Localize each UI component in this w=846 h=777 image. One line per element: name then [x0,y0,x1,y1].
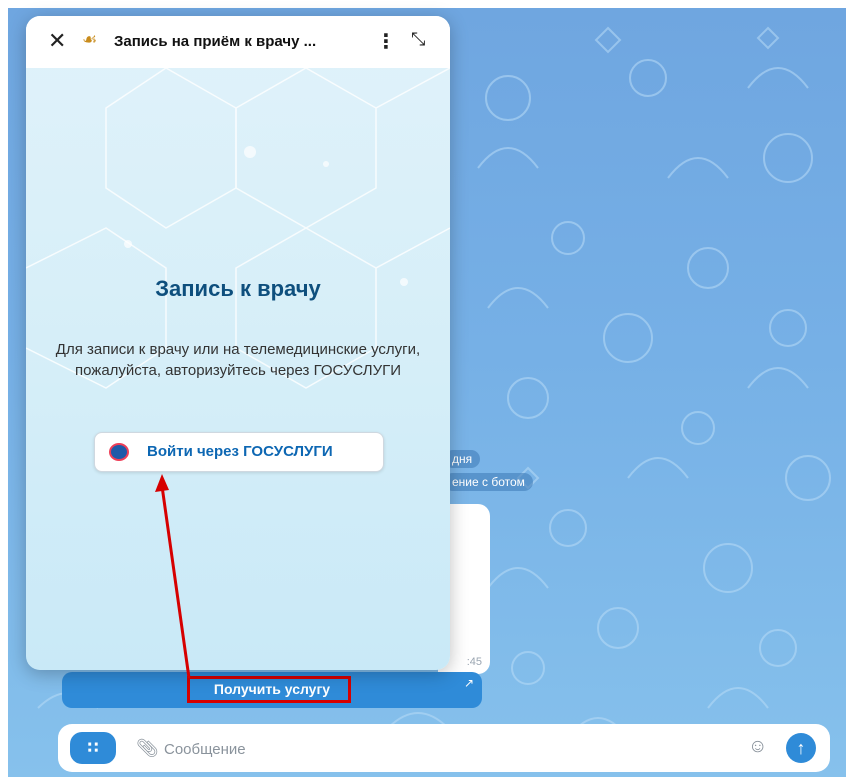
expand-icon[interactable]: ⤡ [411,29,425,50]
mini-app-header: ✕ ☙ Запись на приём к врачу ... ⋮ ⤡ [26,16,450,68]
service-message: ение с ботом [444,473,533,491]
close-icon[interactable]: ✕ [48,28,66,54]
message-time: :45 [466,656,482,668]
external-link-icon: ↗ [463,676,474,690]
message-input[interactable] [162,736,726,762]
paperclip-icon[interactable]: 📎︎ [136,738,159,759]
gosuslugi-logo-icon [109,443,129,461]
send-button[interactable]: ↑ [786,733,816,763]
sticker-icon[interactable]: ☺ [748,736,767,758]
page-description: Для записи к врачу или на телемедицински… [55,341,421,379]
more-vertical-icon[interactable]: ⋮ [376,29,396,54]
bot-menu-button[interactable]: ∷ [70,732,116,764]
coat-of-arms-icon: ☙ [82,30,98,49]
send-arrow-icon: ↑ [796,738,806,758]
mini-app-title: Запись на приём к врачу ... [114,33,317,50]
message-composer: ∷ 📎︎ ☺ ↑ [58,724,830,772]
bot-menu-icon: ∷ [87,740,99,757]
annotation-highlight-box [187,676,351,703]
gosuslugi-login-label: Войти через ГОСУСЛУГИ [147,443,333,460]
gosuslugi-login-button[interactable]: Войти через ГОСУСЛУГИ [94,432,384,472]
mini-app-window: ✕ ☙ Запись на приём к врачу ... ⋮ ⤡ Запи… [26,16,450,670]
page-title: Запись к врачу [155,276,321,301]
